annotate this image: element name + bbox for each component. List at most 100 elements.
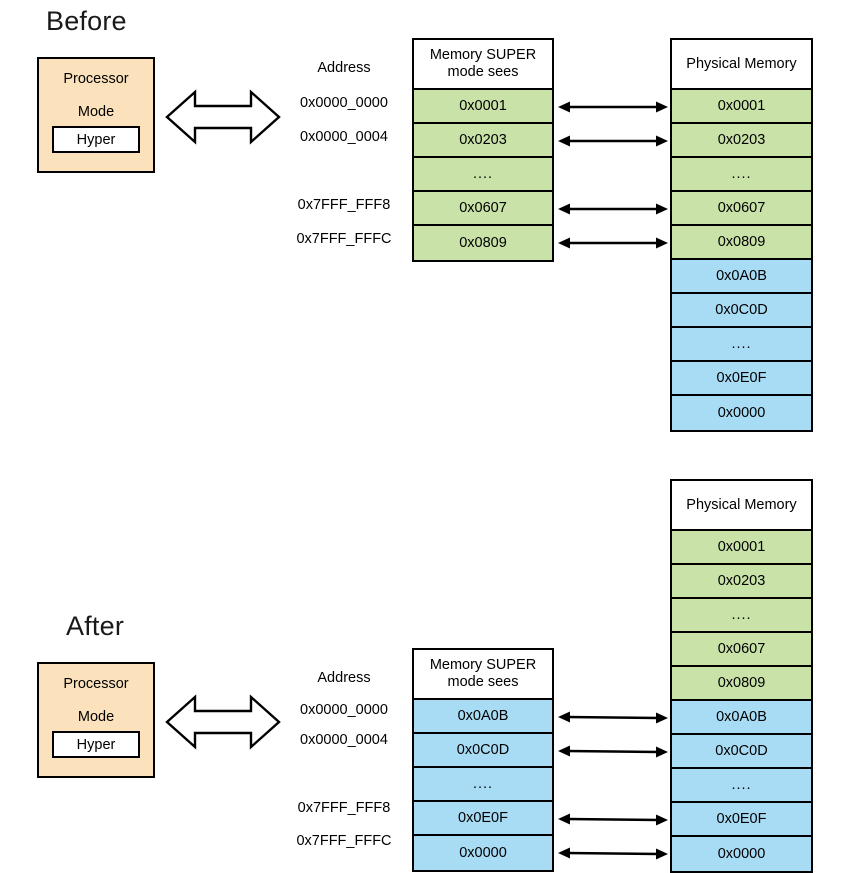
before-virtual-memory-table-header: Memory SUPER mode sees (414, 40, 552, 90)
after-section-title: After (66, 611, 125, 641)
before-virtual-row-4-value: 0x0809 (459, 235, 507, 251)
before-mapping-arrow-1 (558, 134, 668, 148)
after-virtual-memory-rows: 0x0A0B 0x0C0D.... 0x0E0F 0x0000 (414, 700, 552, 870)
after-physical-row-8-value: 0x0E0F (716, 811, 767, 827)
before-processor-mode-label: Mode (77, 104, 115, 120)
double-headed-arrow-glyph (165, 694, 281, 750)
after-mapping-arrow-0 (558, 710, 668, 725)
after-virtual-row-2: .... (414, 768, 552, 802)
before-physical-row-7: .... (672, 328, 811, 362)
after-processor-box[interactable]: Processor Mode Hyper (37, 662, 155, 778)
bidirectional-arrow-glyph (558, 711, 668, 724)
before-physical-row-1: 0x0203 (672, 124, 811, 158)
after-virtual-row-0: 0x0A0B (414, 700, 552, 734)
before-physical-row-7-value: .... (731, 336, 752, 352)
before-processor-memory-double-headed-arrow (165, 88, 281, 146)
after-virtual-row-0-value: 0x0A0B (457, 708, 509, 724)
after-physical-row-7: .... (672, 769, 811, 803)
after-virtual-row-4-value: 0x0000 (459, 845, 507, 861)
after-address-column: Address 0x0000_0000 0x0000_0004 0x7FFF_F… (283, 670, 405, 870)
bidirectional-arrow-glyph (558, 745, 668, 758)
after-physical-row-9-value: 0x0000 (717, 846, 766, 862)
diagram-canvas: Before Processor Mode Hyper Address 0x00… (0, 0, 854, 873)
bidirectional-arrow-glyph (558, 847, 668, 860)
after-mapping-arrow-1 (558, 744, 668, 759)
before-address-item-4: 0x7FFF_FFFC (296, 231, 392, 247)
after-physical-row-6: 0x0C0D (672, 735, 811, 769)
before-physical-row-2-value: .... (731, 166, 752, 182)
before-physical-row-3: 0x0607 (672, 192, 811, 226)
after-processor-mode-value: Hyper (52, 731, 140, 758)
before-virtual-memory-table: Memory SUPER mode sees 0x0001 0x0203.... 0… (412, 38, 554, 262)
after-physical-row-0: 0x0001 (672, 531, 811, 565)
after-mapping-arrow-3 (558, 846, 668, 861)
before-address-item-1: 0x0000_0004 (300, 129, 388, 145)
after-processor-memory-double-headed-arrow (165, 693, 281, 751)
before-physical-memory-rows: 0x0001 0x0203.... 0x0607 0x0809 0x0A0B 0x0C0D… (672, 90, 811, 430)
after-virtual-header-line1: Memory SUPER (429, 657, 537, 673)
bidirectional-arrow-glyph (558, 813, 668, 826)
after-physical-memory-table: Physical Memory 0x0001 0x0203.... 0x0607 0x… (670, 479, 813, 873)
after-physical-row-2: .... (672, 599, 811, 633)
before-processor-box[interactable]: Processor Mode Hyper (37, 57, 155, 173)
after-physical-row-5: 0x0A0B (672, 701, 811, 735)
before-virtual-row-2: .... (414, 158, 552, 192)
after-processor-title: Processor (63, 676, 129, 692)
before-physical-row-8-value: 0x0E0F (716, 370, 767, 386)
before-physical-row-9-value: 0x0000 (717, 405, 766, 421)
after-physical-row-5-value: 0x0A0B (716, 709, 767, 725)
after-address-item-3: 0x7FFF_FFF8 (297, 800, 391, 816)
after-physical-row-1-value: 0x0203 (717, 573, 766, 589)
after-virtual-memory-table-header: Memory SUPER mode sees (414, 650, 552, 700)
before-address-item-0: 0x0000_0000 (300, 95, 388, 111)
after-virtual-row-4: 0x0000 (414, 836, 552, 870)
after-virtual-row-1: 0x0C0D (414, 734, 552, 768)
before-virtual-row-0-value: 0x0001 (459, 98, 507, 114)
before-processor-title: Processor (63, 71, 129, 87)
after-virtual-memory-table: Memory SUPER mode sees 0x0A0B 0x0C0D.... 0… (412, 648, 554, 872)
before-virtual-row-3: 0x0607 (414, 192, 552, 226)
after-physical-row-9: 0x0000 (672, 837, 811, 871)
bidirectional-arrow-glyph (558, 203, 668, 215)
before-physical-row-4-value: 0x0809 (717, 234, 766, 250)
after-address-item-0: 0x0000_0000 (300, 702, 388, 718)
before-address-header: Address (317, 60, 371, 76)
after-address-item-4: 0x7FFF_FFFC (296, 833, 392, 849)
before-mapping-arrow-3 (558, 236, 668, 250)
after-physical-row-4-value: 0x0809 (717, 675, 766, 691)
before-physical-row-1-value: 0x0203 (717, 132, 766, 148)
after-virtual-row-3: 0x0E0F (414, 802, 552, 836)
before-physical-memory-table-header: Physical Memory (672, 40, 811, 90)
after-physical-memory-table-header: Physical Memory (672, 481, 811, 531)
double-headed-arrow-glyph (165, 89, 281, 145)
before-physical-row-8: 0x0E0F (672, 362, 811, 396)
after-physical-row-3-value: 0x0607 (717, 641, 766, 657)
before-physical-row-4: 0x0809 (672, 226, 811, 260)
before-physical-row-9: 0x0000 (672, 396, 811, 430)
bidirectional-arrow-glyph (558, 237, 668, 249)
after-physical-memory-rows: 0x0001 0x0203.... 0x0607 0x0809 0x0A0B 0x0C0D… (672, 531, 811, 871)
before-virtual-row-2-value: .... (472, 166, 494, 182)
after-virtual-row-3-value: 0x0E0F (458, 810, 508, 826)
before-mapping-arrow-2 (558, 202, 668, 216)
bidirectional-arrow-glyph (558, 135, 668, 147)
before-address-column: Address 0x0000_0000 0x0000_0004 0x7FFF_F… (283, 60, 405, 260)
before-physical-memory-table: Physical Memory 0x0001 0x0203.... 0x0607 0x… (670, 38, 813, 432)
before-physical-row-6-value: 0x0C0D (715, 302, 768, 318)
before-virtual-header-line2: mode sees (447, 64, 519, 80)
before-virtual-memory-rows: 0x0001 0x0203.... 0x0607 0x0809 (414, 90, 552, 260)
before-processor-mode-value: Hyper (52, 126, 140, 153)
after-address-header: Address (317, 670, 371, 686)
before-physical-row-0-value: 0x0001 (717, 98, 766, 114)
after-physical-row-3: 0x0607 (672, 633, 811, 667)
after-physical-row-7-value: .... (731, 777, 752, 793)
after-mapping-arrow-2 (558, 812, 668, 827)
before-physical-row-6: 0x0C0D (672, 294, 811, 328)
after-physical-row-2-value: .... (731, 607, 752, 623)
before-physical-row-3-value: 0x0607 (717, 200, 766, 216)
after-processor-mode-label: Mode (77, 709, 115, 725)
after-physical-row-0-value: 0x0001 (717, 539, 766, 555)
before-section-title: Before (46, 6, 127, 36)
before-virtual-row-1-value: 0x0203 (459, 132, 507, 148)
before-virtual-row-4: 0x0809 (414, 226, 552, 260)
